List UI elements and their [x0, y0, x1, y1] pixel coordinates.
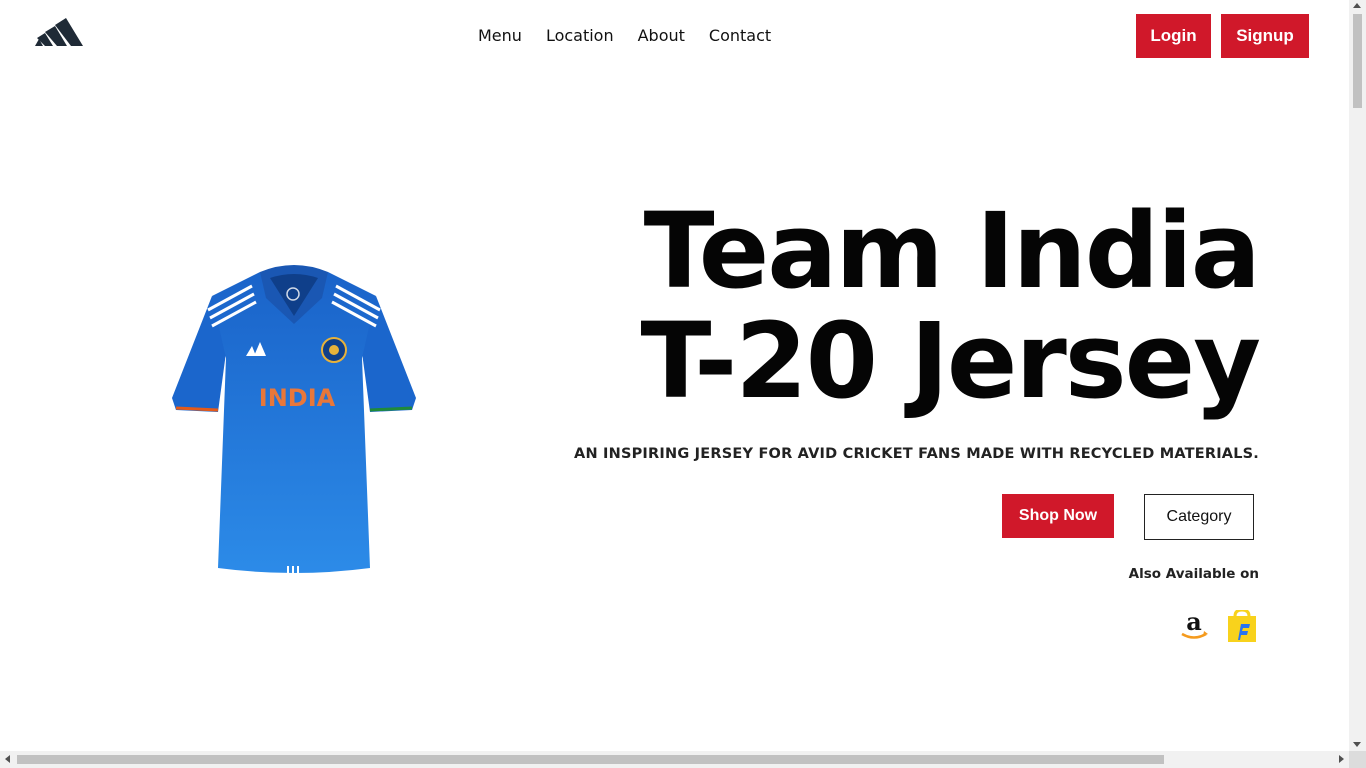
shop-now-button[interactable]: Shop Now	[1002, 494, 1114, 538]
nav-about[interactable]: About	[638, 26, 685, 46]
flipkart-icon[interactable]	[1226, 610, 1258, 642]
hero-title-line-2: T-20 Jersey	[640, 300, 1261, 422]
nav-contact[interactable]: Contact	[709, 26, 771, 46]
svg-text:a: a	[1186, 610, 1202, 636]
hero-title-line-1: Team India	[643, 190, 1261, 312]
horizontal-scroll-thumb[interactable]	[17, 755, 1164, 764]
also-available-label: Also Available on	[1128, 566, 1259, 582]
scrollbar-corner	[1349, 751, 1366, 768]
vertical-scrollbar[interactable]	[1349, 0, 1366, 751]
category-button[interactable]: Category	[1144, 494, 1254, 540]
hero-title: Team India T-20 Jersey	[640, 190, 1261, 422]
svg-text:INDIA: INDIA	[259, 384, 336, 412]
signup-button[interactable]: Signup	[1221, 14, 1309, 58]
hero-subtitle: AN INSPIRING JERSEY FOR AVID CRICKET FAN…	[574, 446, 1259, 462]
scroll-down-arrow-icon[interactable]	[1353, 742, 1361, 747]
scroll-right-arrow-icon[interactable]	[1339, 755, 1344, 763]
main-nav: Menu Location About Contact	[478, 26, 771, 46]
login-button[interactable]: Login	[1136, 14, 1211, 58]
store-links: a	[1178, 610, 1258, 642]
amazon-icon[interactable]: a	[1178, 610, 1210, 642]
scroll-up-arrow-icon[interactable]	[1353, 3, 1361, 8]
nav-menu[interactable]: Menu	[478, 26, 522, 46]
nav-location[interactable]: Location	[546, 26, 614, 46]
horizontal-scrollbar[interactable]	[0, 751, 1349, 768]
vertical-scroll-thumb[interactable]	[1353, 14, 1362, 108]
jersey-image: INDIA	[172, 265, 416, 574]
adidas-logo-icon[interactable]	[35, 18, 83, 46]
scroll-left-arrow-icon[interactable]	[5, 755, 10, 763]
